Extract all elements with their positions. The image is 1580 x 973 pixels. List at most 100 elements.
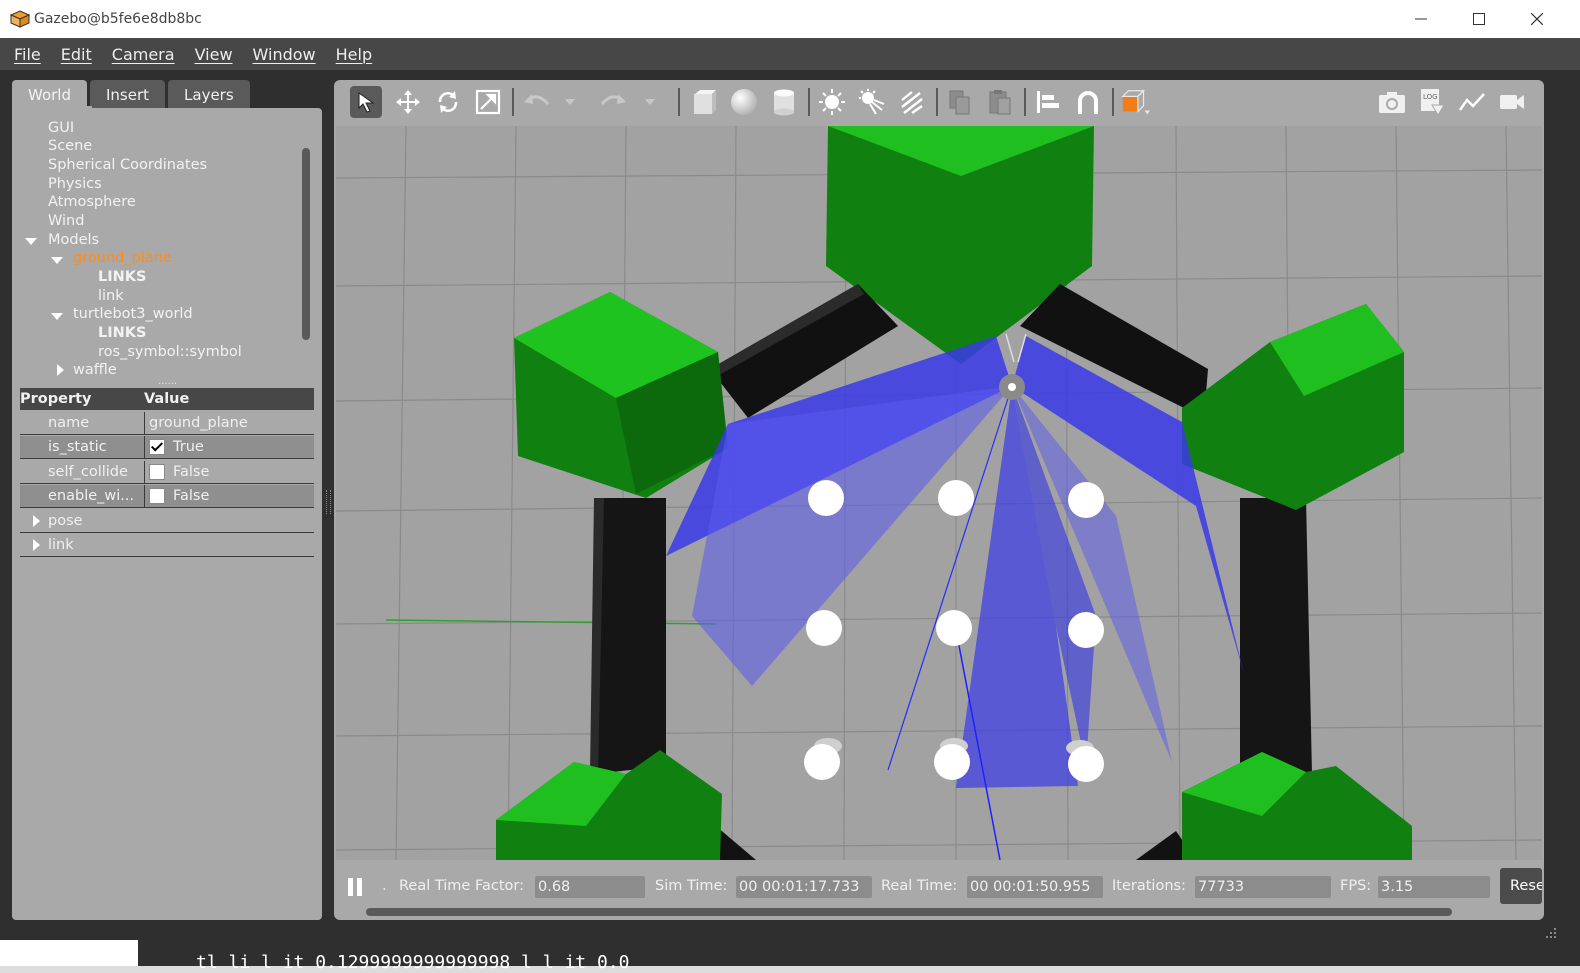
3d-viewport[interactable] [336,126,1542,860]
redo-icon[interactable] [598,86,630,118]
tree-item-atmosphere[interactable]: Atmosphere [48,194,136,210]
screenshot-icon[interactable] [1376,86,1408,118]
menu-view[interactable]: View [195,45,233,64]
menu-edit[interactable]: Edit [61,45,92,64]
status-scrollbar[interactable] [366,908,1452,916]
tree-item-spherical-coordinates[interactable]: Spherical Coordinates [48,157,207,173]
property-name-value[interactable]: ground_plane [145,415,248,431]
tree-item-ground-plane[interactable]: ground_plane [73,250,172,266]
directional-light-icon[interactable] [896,86,928,118]
tree-item-turtlebot3-world[interactable]: turtlebot3_world [73,306,193,322]
paste-icon[interactable] [984,86,1016,118]
undo-dropdown-icon[interactable] [560,86,580,118]
self-collide-checkbox[interactable] [149,463,165,480]
view-angle-icon[interactable] [1120,86,1152,118]
resize-grip-icon[interactable] [1544,926,1558,940]
box-icon[interactable] [688,86,720,118]
menu-file[interactable]: File [14,45,41,64]
expand-ground-plane-icon[interactable] [51,257,63,264]
step-indicator: . [382,878,387,894]
expand-waffle-icon[interactable] [57,364,64,376]
header-value: Value [144,391,190,407]
spot-light-icon[interactable] [856,86,888,118]
property-table-header: Property Value [20,388,314,410]
enable-wind-value: False [173,488,210,504]
is-static-checkbox[interactable] [149,439,165,455]
sim-time-label: Sim Time: [655,878,728,894]
property-self-collide-label: self_collide [20,460,145,483]
menu-window[interactable]: Window [253,45,316,64]
cylinder-icon[interactable] [768,86,800,118]
align-icon[interactable] [1032,86,1064,118]
expand-link-icon[interactable] [33,539,40,551]
real-time-factor-value: 0.68 [535,876,645,898]
real-time-label: Real Time: [881,878,958,894]
toolbar-separator [678,88,680,116]
rotate-icon[interactable] [432,86,464,118]
toolbar-separator [936,88,938,116]
tree-item-link[interactable]: link [98,288,124,304]
select-arrow-icon[interactable] [350,86,382,118]
expand-pose-icon[interactable] [33,514,40,527]
splitter-handle[interactable]: ...... [158,376,177,387]
property-row-self-collide[interactable]: self_collide False [20,460,314,484]
tree-item-links-header: LINKS [98,269,147,285]
toolbar-separator [512,88,514,116]
undo-icon[interactable] [520,86,552,118]
panel-splitter[interactable] [326,490,331,514]
maximize-icon[interactable] [1456,6,1502,32]
tree-item-models[interactable]: Models [48,232,99,248]
real-time-value: 00 00:01:50.955 [967,876,1103,898]
log-icon[interactable]: LOG [1416,86,1448,118]
tab-insert[interactable]: Insert [90,80,166,110]
terminal-white-block [0,940,138,966]
tree-item-links-header-2: LINKS [98,325,147,341]
world-tree: GUI Scene Spherical Coordinates Physics … [12,118,312,384]
tree-item-wind[interactable]: Wind [48,213,84,229]
plot-icon[interactable] [1456,86,1488,118]
enable-wind-checkbox[interactable] [149,488,165,504]
wall-right-pillar [1240,498,1312,774]
menu-help[interactable]: Help [336,45,372,64]
menu-bar: File Edit Camera View Window Help [0,38,1580,70]
copy-icon[interactable] [944,86,976,118]
property-row-name[interactable]: name ground_plane [20,411,314,435]
property-row-link[interactable]: link [20,534,314,557]
toolbar-separator [808,88,810,116]
pause-icon[interactable] [346,876,366,898]
terminal-strip: tl li l it 0.1299999999999998 l l it 0.0 [0,940,1580,973]
title-bar: Gazebo@b5fe6e8db8bc [0,0,1580,38]
wall-left-pillar [594,498,666,774]
toolbar-separator [1112,88,1114,116]
reset-button[interactable]: Reset [1500,868,1542,904]
iterations-value: 77733 [1195,876,1331,898]
record-video-icon[interactable] [1496,86,1528,118]
property-row-pose[interactable]: pose [20,509,314,533]
minimize-icon[interactable] [1398,6,1444,32]
gazebo-app-icon [10,10,30,28]
menu-camera[interactable]: Camera [112,45,175,64]
property-name-label: name [20,411,145,434]
snap-icon[interactable] [1072,86,1104,118]
tree-item-gui[interactable]: GUI [48,120,74,136]
expand-models-icon[interactable] [25,238,37,245]
close-icon[interactable] [1514,6,1560,32]
point-light-icon[interactable] [816,86,848,118]
real-time-factor-label: Real Time Factor: [399,878,524,894]
property-row-is-static[interactable]: is_static True [20,436,314,459]
scene-render[interactable] [336,126,1542,860]
scale-icon[interactable] [472,86,504,118]
expand-turtlebot3-world-icon[interactable] [51,313,63,320]
toolbar-separator [1024,88,1026,116]
tree-scrollbar[interactable] [302,148,310,340]
tree-item-ros-symbol[interactable]: ros_symbol::symbol [98,344,242,360]
terminal-output: tl li l it 0.1299999999999998 l l it 0.0 [196,952,630,973]
redo-dropdown-icon[interactable] [640,86,660,118]
tree-item-waffle[interactable]: waffle [73,362,117,378]
tab-layers[interactable]: Layers [168,80,250,110]
tree-item-physics[interactable]: Physics [48,176,102,192]
translate-icon[interactable] [392,86,424,118]
sphere-icon[interactable] [728,86,760,118]
tree-item-scene[interactable]: Scene [48,138,92,154]
property-row-enable-wind[interactable]: enable_wi... False [20,485,314,508]
